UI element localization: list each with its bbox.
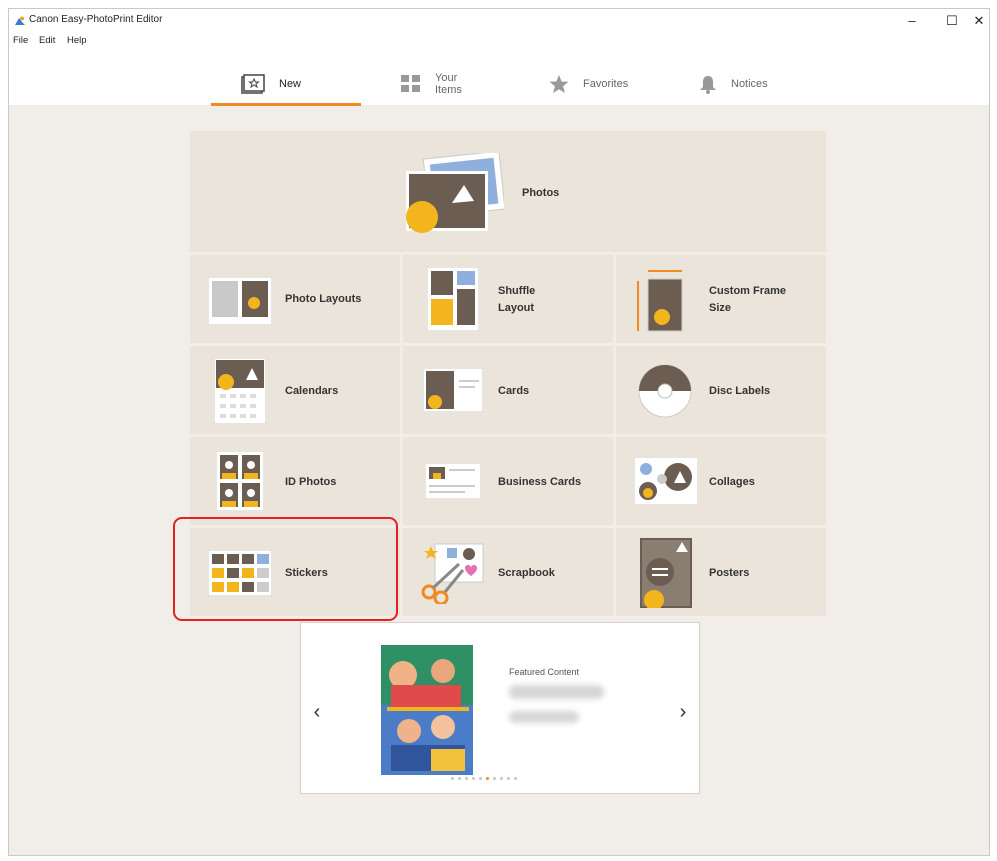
tile-id-photos[interactable]: ID Photos bbox=[190, 437, 400, 525]
tab-your-items[interactable]: Your Items bbox=[401, 63, 462, 105]
tile-scrapbook-label: Scrapbook bbox=[498, 567, 555, 579]
menu-help[interactable]: Help bbox=[67, 35, 87, 46]
tile-business-cards[interactable]: Business Cards bbox=[403, 437, 613, 525]
business-cards-thumbnail-icon bbox=[425, 463, 481, 499]
top-bar: Canon Easy-PhotoPrint Editor – ☐ ✕ File … bbox=[9, 9, 989, 106]
tile-posters[interactable]: Posters bbox=[616, 528, 826, 616]
grid-icon bbox=[401, 75, 421, 93]
tile-id-photos-label: ID Photos bbox=[285, 476, 337, 488]
star-icon bbox=[549, 74, 569, 94]
tile-posters-label: Posters bbox=[709, 567, 750, 579]
selection-highlight bbox=[173, 517, 398, 621]
id-photos-thumbnail-icon bbox=[216, 451, 264, 511]
tab-favorites[interactable]: Favorites bbox=[549, 63, 628, 105]
carousel-dot[interactable] bbox=[458, 777, 461, 780]
tile-scrapbook[interactable]: Scrapbook bbox=[403, 528, 613, 616]
minimize-button[interactable]: – bbox=[897, 11, 927, 31]
title-bar: Canon Easy-PhotoPrint Editor – ☐ ✕ bbox=[9, 9, 989, 33]
tile-business-cards-label: Business Cards bbox=[498, 476, 582, 488]
tab-notices[interactable]: Notices bbox=[699, 63, 768, 105]
posters-thumbnail-icon bbox=[640, 538, 692, 608]
carousel-dots bbox=[451, 777, 517, 780]
carousel-dot[interactable] bbox=[500, 777, 503, 780]
tile-cards[interactable]: Cards bbox=[403, 346, 613, 434]
carousel-dot[interactable] bbox=[486, 777, 489, 780]
featured-blurred-title bbox=[509, 685, 604, 699]
tile-collages-label: Collages bbox=[709, 476, 755, 488]
tile-photo-layouts[interactable]: Photo Layouts bbox=[190, 255, 400, 343]
menu-edit[interactable]: Edit bbox=[39, 35, 55, 46]
carousel-dot[interactable] bbox=[465, 777, 468, 780]
tile-cards-label: Cards bbox=[498, 385, 530, 397]
carousel-dot[interactable] bbox=[472, 777, 475, 780]
maximize-button[interactable]: ☐ bbox=[937, 11, 967, 31]
previous-arrow-icon[interactable]: ‹ bbox=[307, 701, 327, 724]
active-tab-indicator bbox=[211, 103, 361, 106]
shuffle-layout-thumbnail-icon bbox=[427, 267, 479, 331]
tile-disc-labels-label: Disc Labels bbox=[709, 385, 771, 397]
carousel-dot[interactable] bbox=[493, 777, 496, 780]
calendars-thumbnail-icon bbox=[214, 358, 266, 424]
tab-notices-label: Notices bbox=[731, 78, 768, 90]
tile-shuffle-layout-label: Shuffle Layout bbox=[498, 285, 536, 314]
next-arrow-icon[interactable]: › bbox=[673, 701, 693, 724]
close-button[interactable]: ✕ bbox=[964, 11, 989, 31]
collages-thumbnail-icon bbox=[634, 457, 698, 505]
tab-new-label: New bbox=[279, 78, 302, 90]
cards-thumbnail-icon bbox=[423, 368, 483, 412]
tile-photo-layouts-label: Photo Layouts bbox=[285, 293, 362, 305]
tile-custom-frame-size-label: Custom Frame Size bbox=[709, 285, 787, 314]
tile-photos-label: Photos bbox=[522, 187, 560, 199]
tile-disc-labels[interactable]: Disc Labels bbox=[616, 346, 826, 434]
photo-layouts-thumbnail-icon bbox=[208, 277, 272, 325]
menu-file[interactable]: File bbox=[13, 35, 28, 46]
tab-new[interactable]: New bbox=[241, 63, 301, 105]
bell-icon bbox=[699, 75, 717, 94]
tile-collages[interactable]: Collages bbox=[616, 437, 826, 525]
carousel-dot[interactable] bbox=[479, 777, 482, 780]
disc-labels-thumbnail-icon bbox=[638, 364, 692, 418]
tile-shuffle-layout[interactable]: Shuffle Layout bbox=[403, 255, 613, 343]
tab-your-items-label: Your Items bbox=[435, 72, 462, 96]
app-title: Canon Easy-PhotoPrint Editor bbox=[29, 14, 163, 25]
app-logo-icon bbox=[15, 16, 25, 25]
featured-blurred-subtitle bbox=[509, 711, 579, 723]
tile-calendars-label: Calendars bbox=[285, 385, 339, 397]
tab-favorites-label: Favorites bbox=[583, 78, 629, 90]
carousel-dot[interactable] bbox=[451, 777, 454, 780]
carousel-dot[interactable] bbox=[507, 777, 510, 780]
carousel-dot[interactable] bbox=[514, 777, 517, 780]
tile-custom-frame-size[interactable]: Custom Frame Size bbox=[616, 255, 826, 343]
photos-thumbnail-icon bbox=[406, 153, 504, 233]
custom-frame-thumbnail-icon bbox=[637, 270, 683, 332]
tile-photos[interactable]: Photos bbox=[190, 131, 826, 252]
featured-content-label: Featured Content bbox=[509, 667, 580, 677]
scrapbook-thumbnail-icon bbox=[421, 543, 484, 604]
featured-thumbnail-image[interactable] bbox=[381, 645, 473, 775]
tile-calendars[interactable]: Calendars bbox=[190, 346, 400, 434]
new-icon bbox=[241, 74, 265, 94]
featured-content-panel: ‹ Featured Content › bbox=[300, 622, 700, 794]
